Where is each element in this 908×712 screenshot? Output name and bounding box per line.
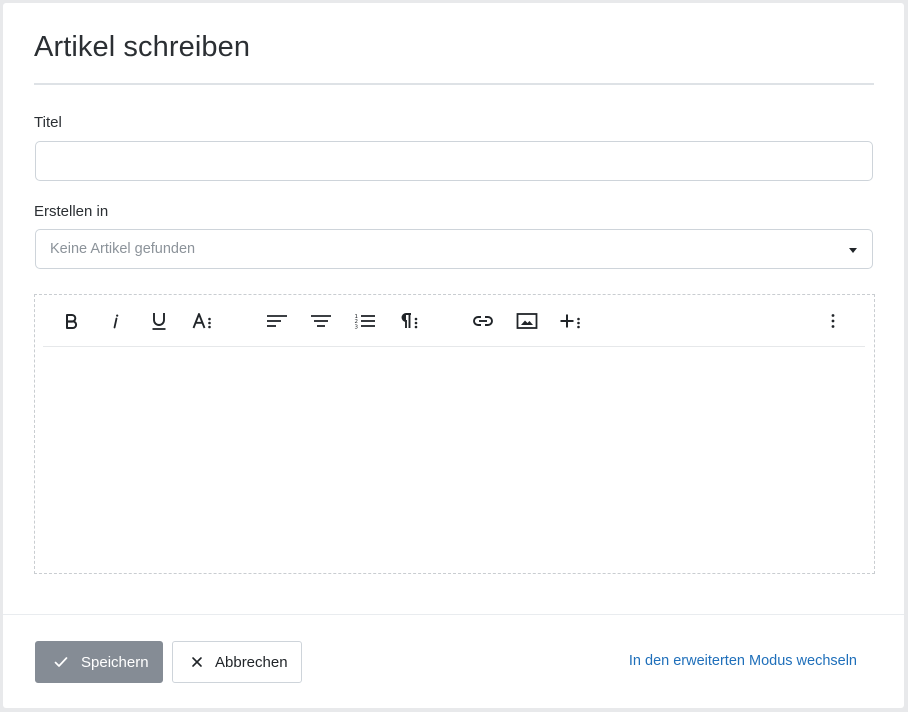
- save-button[interactable]: Speichern: [35, 641, 163, 683]
- cancel-button-label: Abbrechen: [215, 653, 288, 671]
- font-style-menu-icon: [192, 313, 211, 329]
- more-options-button[interactable]: [819, 307, 847, 335]
- cancel-button[interactable]: Abbrechen: [172, 641, 302, 683]
- write-article-dialog: Artikel schreiben Titel Erstellen in Kei…: [3, 3, 904, 708]
- ordered-list-icon: 1 2 3: [355, 314, 375, 331]
- italic-button[interactable]: [101, 307, 129, 335]
- align-center-icon: [311, 315, 331, 327]
- align-center-button[interactable]: [307, 307, 335, 335]
- ordered-list-button[interactable]: 1 2 3: [351, 307, 379, 335]
- bold-button[interactable]: [57, 307, 85, 335]
- font-style-button[interactable]: [189, 307, 217, 335]
- save-button-label: Speichern: [81, 653, 149, 671]
- page-title: Artikel schreiben: [34, 31, 251, 63]
- more-options-icon: [831, 314, 835, 328]
- align-left-button[interactable]: [263, 307, 291, 335]
- create-in-select-value: Keine Artikel gefunden: [50, 241, 196, 257]
- footer-divider: [3, 614, 904, 615]
- image-icon: [516, 313, 538, 329]
- editor-toolbar: 1 2 3: [43, 295, 865, 347]
- rich-text-editor: 1 2 3: [34, 294, 875, 574]
- underline-icon: [152, 313, 166, 330]
- title-label: Titel: [34, 114, 62, 131]
- link-icon: [473, 316, 493, 326]
- create-in-label: Erstellen in: [34, 203, 109, 220]
- underline-button[interactable]: [145, 307, 173, 335]
- paragraph-button[interactable]: [395, 307, 423, 335]
- italic-icon: [113, 314, 119, 329]
- title-input[interactable]: [35, 141, 873, 181]
- insert-menu-icon: [560, 314, 580, 329]
- svg-text:3: 3: [355, 325, 359, 331]
- caret-down-icon: [849, 248, 857, 253]
- create-in-select[interactable]: Keine Artikel gefunden: [35, 229, 873, 269]
- insert-button[interactable]: [557, 307, 585, 335]
- editor-content-area[interactable]: [43, 347, 865, 571]
- check-icon: [54, 657, 68, 667]
- bold-icon: [66, 314, 78, 329]
- title-divider: [34, 83, 874, 85]
- advanced-mode-link[interactable]: In den erweiterten Modus wechseln: [629, 653, 857, 669]
- align-left-icon: [267, 315, 287, 327]
- close-icon: [192, 657, 202, 667]
- link-button[interactable]: [469, 307, 497, 335]
- paragraph-menu-icon: [401, 313, 418, 329]
- image-button[interactable]: [513, 307, 541, 335]
